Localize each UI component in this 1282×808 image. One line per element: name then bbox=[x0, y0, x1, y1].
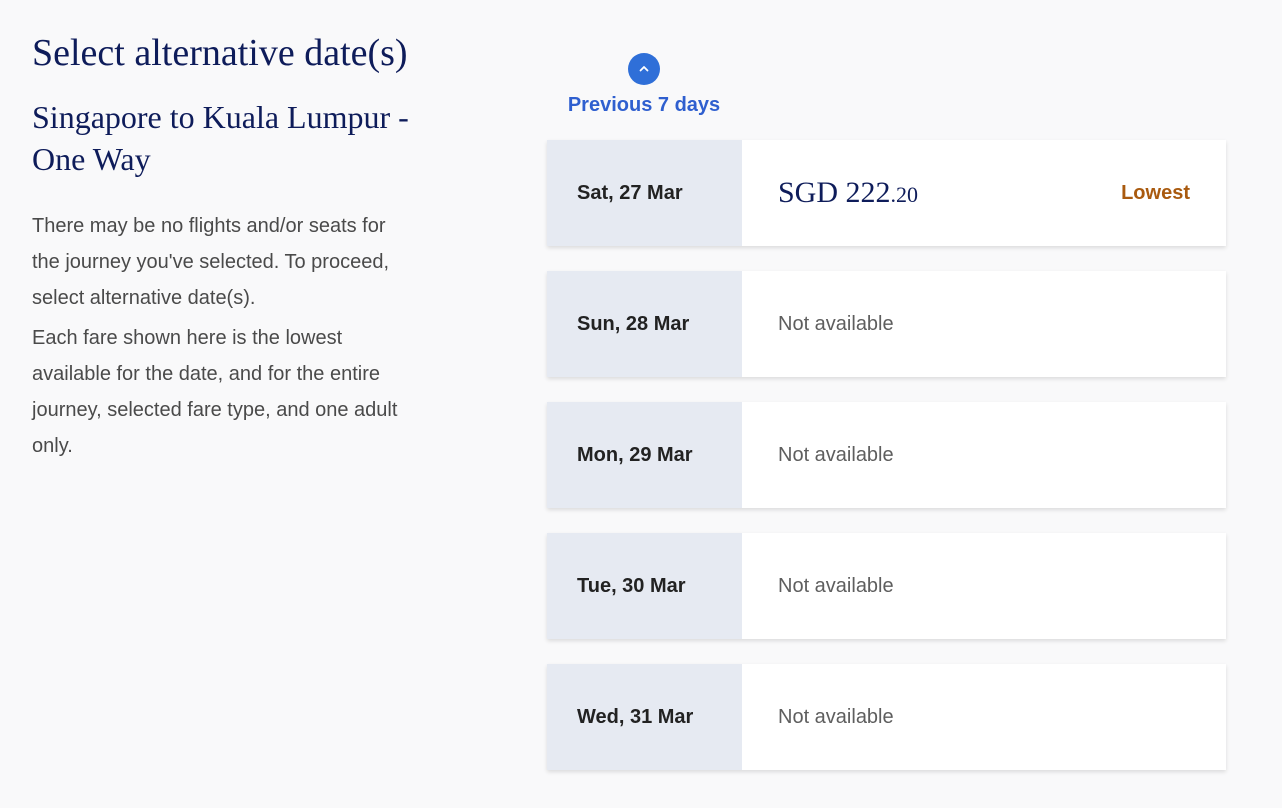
date-label: Wed, 31 Mar bbox=[547, 664, 742, 770]
info-text: There may be no flights and/or seats for… bbox=[32, 208, 404, 464]
availability-status: Not available bbox=[778, 443, 894, 466]
availability-status: Not available bbox=[778, 312, 894, 335]
previous-7-days-button[interactable]: Previous 7 days bbox=[540, 53, 748, 117]
info-paragraph: There may be no flights and/or seats for… bbox=[32, 215, 390, 309]
date-option-sun-28-mar[interactable]: Sun, 28 Mar Not available bbox=[547, 271, 1226, 377]
route-title: Singapore to Kuala Lumpur - One Way bbox=[32, 99, 409, 177]
date-option-sat-27-mar[interactable]: Sat, 27 Mar SGD 222.20 Lowest bbox=[547, 140, 1226, 246]
fare-currency: SGD bbox=[778, 176, 839, 209]
date-label: Sat, 27 Mar bbox=[547, 140, 742, 246]
fare-price: SGD 222.20 bbox=[778, 176, 918, 210]
date-list: Sat, 27 Mar SGD 222.20 Lowest Sun, 28 Ma… bbox=[547, 140, 1226, 795]
lowest-badge: Lowest bbox=[1121, 181, 1190, 204]
fare-cents: .20 bbox=[890, 182, 919, 207]
previous-7-days-label[interactable]: Previous 7 days bbox=[540, 94, 748, 117]
date-label: Tue, 30 Mar bbox=[547, 533, 742, 639]
info-panel: Select alternative date(s) Singapore to … bbox=[32, 30, 432, 464]
fare-cell: Not available bbox=[742, 533, 1226, 639]
info-paragraph: Each fare shown here is the lowest avail… bbox=[32, 327, 398, 457]
fare-cell: SGD 222.20 Lowest bbox=[742, 140, 1226, 246]
date-option-wed-31-mar[interactable]: Wed, 31 Mar Not available bbox=[547, 664, 1226, 770]
availability-status: Not available bbox=[778, 574, 894, 597]
page-title: Select alternative date(s) bbox=[32, 32, 408, 74]
fare-cell: Not available bbox=[742, 402, 1226, 508]
date-option-tue-30-mar[interactable]: Tue, 30 Mar Not available bbox=[547, 533, 1226, 639]
date-label: Sun, 28 Mar bbox=[547, 271, 742, 377]
date-label: Mon, 29 Mar bbox=[547, 402, 742, 508]
availability-status: Not available bbox=[778, 705, 894, 728]
chevron-up-icon[interactable] bbox=[628, 53, 660, 85]
fare-amount: 222 bbox=[845, 176, 891, 209]
date-option-mon-29-mar[interactable]: Mon, 29 Mar Not available bbox=[547, 402, 1226, 508]
fare-cell: Not available bbox=[742, 271, 1226, 377]
fare-cell: Not available bbox=[742, 664, 1226, 770]
